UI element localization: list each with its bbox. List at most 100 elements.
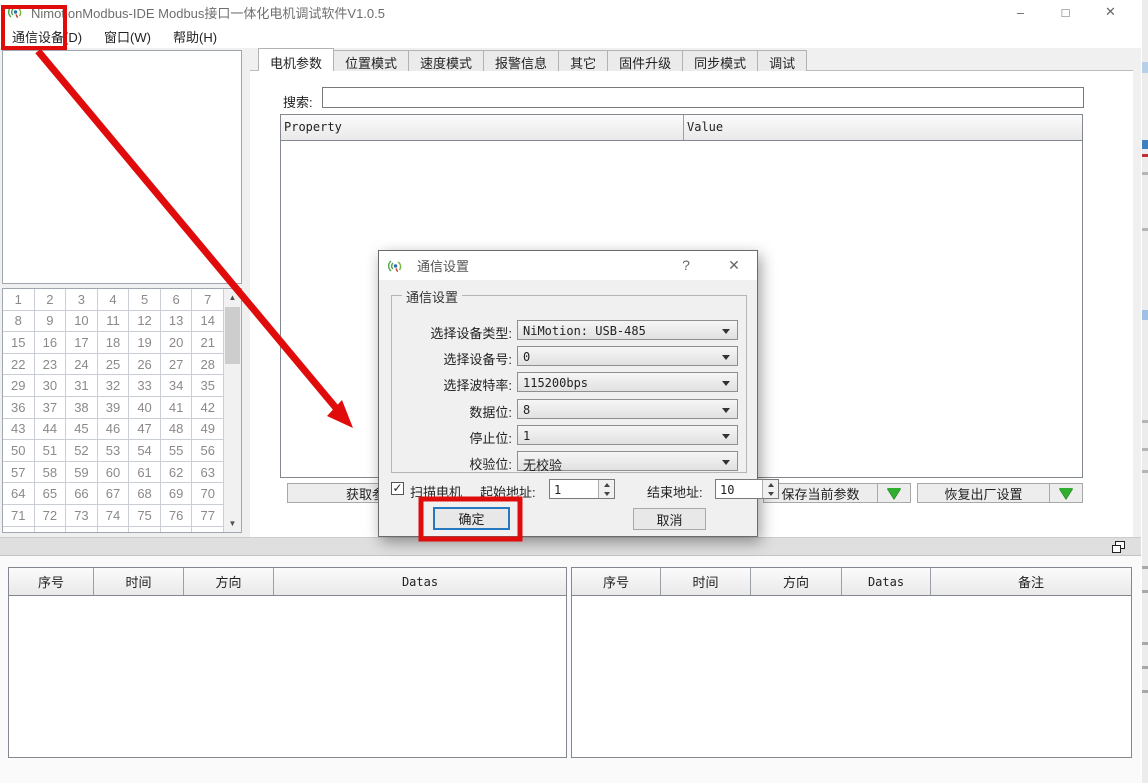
grid-cell[interactable]: 50 [3,440,35,462]
tab-debug[interactable]: 调试 [757,50,807,71]
grid-cell[interactable]: 56 [192,440,224,462]
grid-cell[interactable] [192,527,224,532]
grid-cell[interactable]: 7 [192,289,224,311]
ok-button[interactable]: 确定 [433,507,510,530]
grid-cell[interactable]: 3 [66,289,98,311]
grid-cell[interactable]: 45 [66,419,98,441]
maximize-button[interactable]: □ [1043,0,1088,24]
grid-cell[interactable]: 59 [66,462,98,484]
grid-cell[interactable]: 60 [98,462,130,484]
grid-cell[interactable]: 72 [35,505,67,527]
save-params-dropdown-button[interactable] [878,483,911,503]
grid-cell[interactable]: 40 [129,397,161,419]
tab-alarm-info[interactable]: 报警信息 [483,50,559,71]
log-column-header[interactable]: 序号 [9,568,94,595]
grid-cell[interactable]: 53 [98,440,130,462]
grid-cell[interactable]: 20 [161,332,193,354]
grid-cell[interactable] [3,527,35,532]
scroll-up-icon[interactable]: ▲ [224,289,241,306]
spin-down-icon[interactable] [599,489,614,498]
close-button[interactable]: ✕ [1088,0,1133,24]
save-current-params-button[interactable]: 保存当前参数 [763,483,878,503]
grid-cell[interactable]: 28 [192,354,224,376]
grid-cell[interactable]: 34 [161,375,193,397]
cancel-button[interactable]: 取消 [633,508,706,530]
grid-cell[interactable]: 64 [3,483,35,505]
grid-cell[interactable]: 43 [3,419,35,441]
grid-cell[interactable]: 10 [66,311,98,333]
grid-cell[interactable]: 27 [161,354,193,376]
start-address-spinbox[interactable]: 1 [549,479,615,499]
spin-up-icon[interactable] [763,480,778,489]
grid-cell[interactable]: 12 [129,311,161,333]
menu-communication-device[interactable]: 通信设备(D) [2,24,92,49]
grid-cell[interactable]: 2 [35,289,67,311]
grid-cell[interactable]: 41 [161,397,193,419]
grid-cell[interactable]: 11 [98,311,130,333]
grid-cell[interactable]: 8 [3,311,35,333]
grid-cell[interactable]: 35 [192,375,224,397]
grid-cell[interactable]: 54 [129,440,161,462]
grid-cell[interactable]: 36 [3,397,35,419]
scan-motor-checkbox[interactable]: ✓ [391,482,404,495]
log-column-header[interactable]: 方向 [751,568,842,595]
grid-cell[interactable]: 13 [161,311,193,333]
grid-cell[interactable]: 1 [3,289,35,311]
grid-cell[interactable]: 62 [161,462,193,484]
grid-cell[interactable]: 26 [129,354,161,376]
restore-factory-dropdown-button[interactable] [1050,483,1083,503]
grid-cell[interactable]: 76 [161,505,193,527]
log-column-header[interactable]: Datas [274,568,566,595]
grid-cell[interactable]: 17 [66,332,98,354]
grid-cell[interactable]: 16 [35,332,67,354]
grid-cell[interactable]: 63 [192,462,224,484]
grid-cell[interactable]: 51 [35,440,67,462]
grid-cell[interactable]: 61 [129,462,161,484]
grid-cell[interactable]: 70 [192,483,224,505]
grid-cell[interactable]: 6 [161,289,193,311]
grid-cell[interactable]: 77 [192,505,224,527]
grid-cell[interactable]: 25 [98,354,130,376]
end-address-spinbox[interactable]: 10 [715,479,779,499]
grid-cell[interactable] [35,527,67,532]
grid-cell[interactable]: 23 [35,354,67,376]
grid-cell[interactable]: 21 [192,332,224,354]
log-column-header[interactable]: 序号 [572,568,661,595]
log-column-header[interactable]: 备注 [931,568,1131,595]
grid-cell[interactable]: 38 [66,397,98,419]
device-type-combobox[interactable]: NiMotion: USB-485 [517,320,738,340]
grid-cell[interactable]: 24 [66,354,98,376]
stop-bits-combobox[interactable]: 1 [517,425,738,445]
grid-cell[interactable]: 14 [192,311,224,333]
grid-cell[interactable] [161,527,193,532]
grid-cell[interactable] [66,527,98,532]
value-column-header[interactable]: Value [684,115,1082,140]
menu-help[interactable]: 帮助(H) [163,24,227,49]
baud-rate-combobox[interactable]: 115200bps [517,372,738,392]
grid-cell[interactable]: 44 [35,419,67,441]
grid-cell[interactable]: 57 [3,462,35,484]
grid-cell[interactable]: 29 [3,375,35,397]
grid-cell[interactable]: 42 [192,397,224,419]
data-bits-combobox[interactable]: 8 [517,399,738,419]
scrollbar-thumb[interactable] [225,307,240,364]
grid-cell[interactable]: 71 [3,505,35,527]
log-column-header[interactable]: Datas [842,568,931,595]
grid-cell[interactable]: 49 [192,419,224,441]
grid-cell[interactable]: 65 [35,483,67,505]
tab-speed-mode[interactable]: 速度模式 [408,50,484,71]
grid-cell[interactable]: 22 [3,354,35,376]
restore-factory-button[interactable]: 恢复出厂设置 [917,483,1050,503]
log-column-header[interactable]: 方向 [184,568,274,595]
grid-cell[interactable]: 46 [98,419,130,441]
tab-position-mode[interactable]: 位置模式 [333,50,409,71]
search-input[interactable] [322,87,1084,108]
grid-cell[interactable]: 31 [66,375,98,397]
grid-cell[interactable]: 5 [129,289,161,311]
grid-cell[interactable]: 32 [98,375,130,397]
grid-cell[interactable]: 47 [129,419,161,441]
property-column-header[interactable]: Property [281,115,684,140]
grid-cell[interactable]: 68 [129,483,161,505]
grid-cell[interactable]: 9 [35,311,67,333]
tab-sync-mode[interactable]: 同步模式 [682,50,758,71]
